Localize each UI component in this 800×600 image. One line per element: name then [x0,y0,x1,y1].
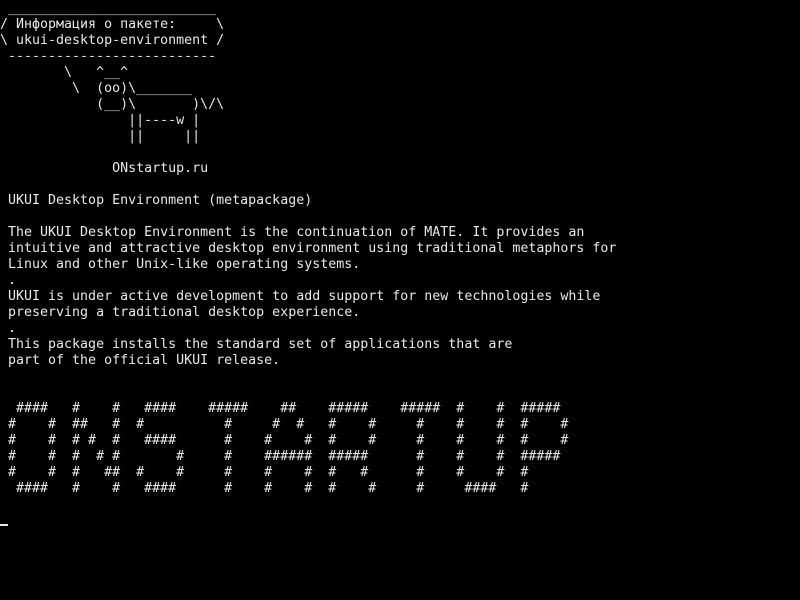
terminal-cursor [0,524,8,526]
package-description: UKUI Desktop Environment (metapackage) T… [8,193,617,368]
terminal-screen[interactable]: __________________________ / Информация … [0,0,800,600]
cowsay-package-info: __________________________ / Информация … [0,1,225,176]
onstartup-ascii-banner: #### # # #### ##### ## ##### ##### # # #… [8,401,569,496]
